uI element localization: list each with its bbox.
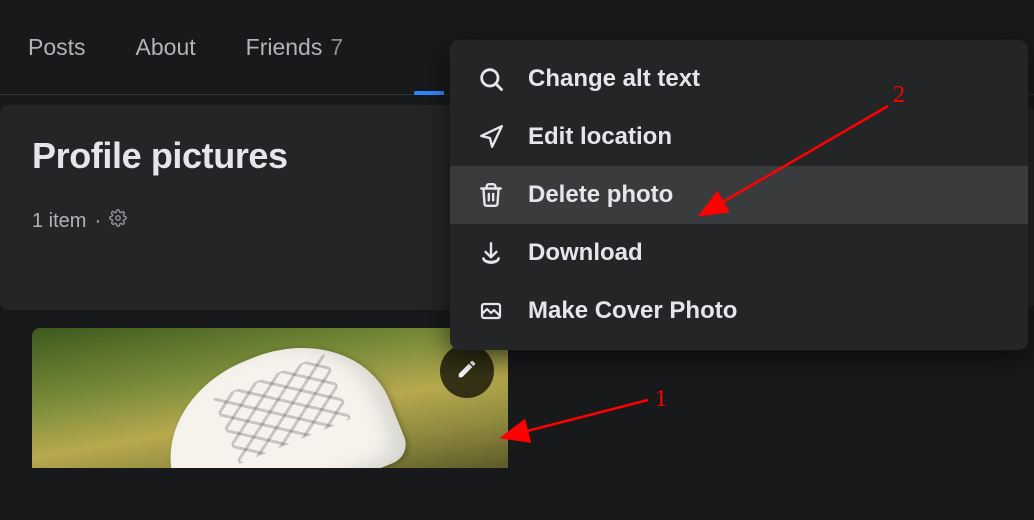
friends-count: 7 [330,34,343,61]
edit-photo-button[interactable] [440,344,494,398]
tab-friends-label: Friends [246,34,323,61]
menu-label: Make Cover Photo [528,297,737,325]
tab-friends[interactable]: Friends 7 [246,0,344,94]
tab-about[interactable]: About [136,0,196,94]
tab-about-label: About [136,34,196,61]
gear-icon[interactable] [109,209,127,233]
image-icon [476,296,506,326]
tab-posts-label: Posts [28,34,86,61]
photo-thumbnail[interactable] [32,328,508,468]
menu-item-edit-location[interactable]: Edit location [450,108,1028,166]
download-icon [476,238,506,268]
menu-item-change-alt-text[interactable]: Change alt text [450,50,1028,108]
menu-label: Download [528,239,643,267]
trash-icon [476,180,506,210]
item-count: 1 item [32,210,86,233]
menu-item-download[interactable]: Download [450,224,1028,282]
active-tab-indicator [414,91,444,95]
photo-context-menu: Change alt text Edit location Delete pho… [450,40,1028,350]
tab-posts[interactable]: Posts [28,0,86,94]
meta-separator: · [94,210,101,233]
menu-label: Change alt text [528,65,700,93]
location-arrow-icon [476,122,506,152]
menu-item-make-cover-photo[interactable]: Make Cover Photo [450,282,1028,340]
menu-label: Delete photo [528,181,673,209]
menu-label: Edit location [528,123,672,151]
menu-item-delete-photo[interactable]: Delete photo [450,166,1028,224]
pencil-icon [456,358,478,385]
search-icon [476,64,506,94]
